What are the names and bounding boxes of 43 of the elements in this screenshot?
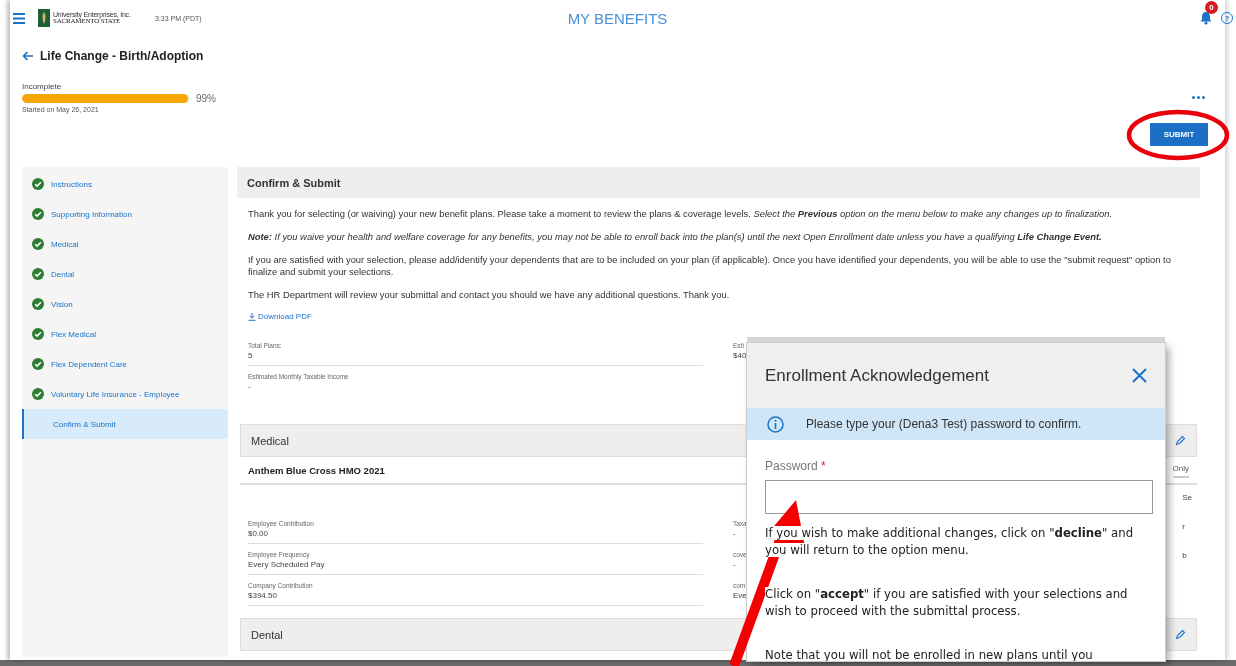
field-value: - bbox=[733, 528, 737, 540]
section-header: Confirm & Submit bbox=[237, 167, 1200, 198]
field-text: r bbox=[1182, 522, 1186, 531]
app-title: MY BENEFITS bbox=[567, 10, 668, 27]
plan-name: Anthem Blue Cross HMO 2021 bbox=[248, 464, 385, 476]
dialog-text: Note that you will not be enrolled in new plans until you bbox=[765, 647, 1094, 661]
sidebar-item[interactable]: Confirm & Submit bbox=[22, 409, 228, 439]
section-title: Medical bbox=[251, 434, 289, 447]
sidebar-item[interactable]: Flex Medical bbox=[22, 319, 228, 349]
download-link[interactable]: Download PDF bbox=[248, 312, 1200, 321]
tab[interactable]: Only bbox=[1172, 462, 1189, 478]
notification-badge: 0 bbox=[1205, 1, 1218, 14]
section-title: Dental bbox=[251, 628, 283, 641]
field-value: - bbox=[248, 381, 252, 393]
field-value: $0.00 bbox=[248, 528, 270, 540]
field-value: Eve bbox=[733, 590, 747, 602]
info-text: Please type your (Dena3 Test) password to confirm. bbox=[806, 417, 1082, 431]
instruction-text: Thank you for selecting (or waiving) your new benefit plans. Please take a moment to review the plans & coverage levels. Select the Previous option on the menu below to make any changes up to finalization. bbox=[248, 208, 1114, 220]
sidebar-item[interactable]: Flex Dependent Care bbox=[22, 349, 228, 379]
instruction-text: The HR Department will review your submittal and contact you should we have any additional questions. Thank you. bbox=[248, 289, 731, 301]
status-text: Incomplete bbox=[22, 82, 63, 91]
dialog-title: Enrollment Acknowledgement bbox=[765, 365, 989, 386]
sidebar-item[interactable]: Medical bbox=[22, 229, 228, 259]
field-text: Se bbox=[1182, 493, 1192, 502]
submit-button[interactable]: SUBMIT bbox=[1150, 123, 1208, 146]
field-value: $394.50 bbox=[248, 590, 278, 602]
sidebar-item[interactable]: Dental bbox=[22, 259, 228, 289]
page-title: Life Change - Birth/Adoption bbox=[40, 49, 204, 63]
field-value: Every Scheduled Pay bbox=[248, 559, 326, 571]
field-text: b bbox=[1182, 551, 1188, 560]
instruction-text: If you are satisfied with your selection, please add/identify your dependents that are to be included on your plan (if applicable). Once you have identified your dependents, you will be able to use the "submit request" option to finalize and submit your selections. bbox=[248, 254, 1172, 278]
field-value: 5 bbox=[248, 350, 254, 362]
field-label: Password * bbox=[765, 459, 826, 473]
dialog-text: Click on "accept" if you are satisfied with your selections and wish to proceed with the submittal process. bbox=[765, 586, 1129, 620]
instruction-text: Note: If you waive your health and welfare coverage for any benefits, you may not be able to enroll back into the plan(s) until the next Open Enrollment date unless you have a qualifying Life Change Event. bbox=[248, 231, 1103, 243]
sidebar-item[interactable]: Vision bbox=[22, 289, 228, 319]
progress-percent: 99% bbox=[196, 93, 216, 104]
sidebar-item[interactable]: Instructions bbox=[22, 169, 228, 199]
sidebar-item[interactable]: Supporting Information bbox=[22, 199, 228, 229]
field-value: $40 bbox=[733, 350, 747, 362]
field-value: - bbox=[733, 559, 737, 571]
sidebar-item[interactable]: Voluntary Life Insurance - Employee bbox=[22, 379, 228, 409]
dialog-text: If you wish to make additional changes, click on "decline" and you will return to the option menu. bbox=[765, 525, 1135, 559]
